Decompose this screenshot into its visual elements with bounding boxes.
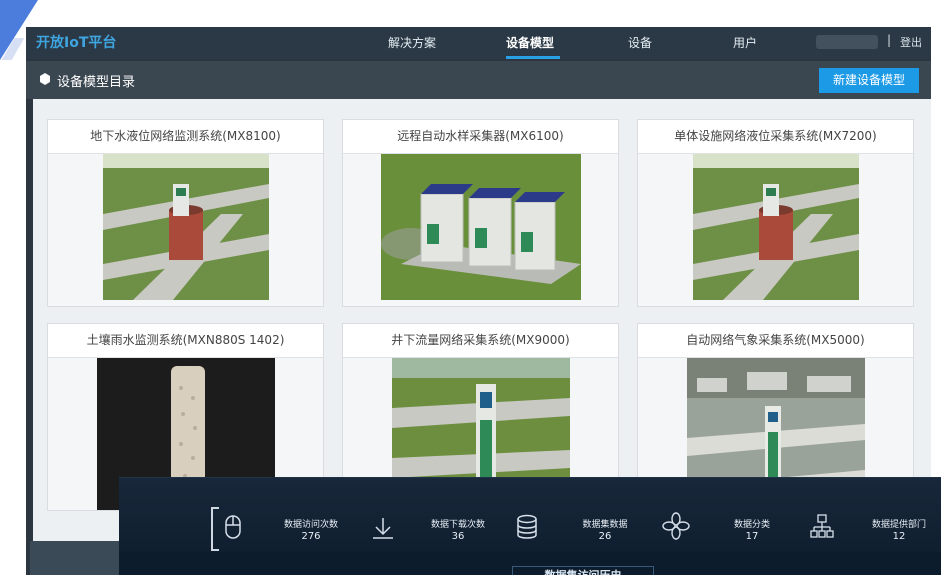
- stat-visits-label: 数据访问次数: [283, 520, 338, 530]
- nav-device-models[interactable]: 设备模型: [506, 34, 554, 51]
- model-card-title[interactable]: 单体设施网络液位采集系统(MX7200): [638, 120, 913, 154]
- model-thumbnail: [381, 154, 581, 300]
- model-thumbnail: [103, 154, 269, 300]
- new-device-model-button[interactable]: 新建设备模型: [819, 68, 919, 93]
- user-name-redacted: [816, 35, 878, 49]
- stat-categories-label: 数据分类: [733, 520, 770, 530]
- stat-downloads-label: 数据下载次数: [430, 520, 485, 530]
- top-nav: 开放IoT平台 解决方案 设备模型 设备 用户 | 登出: [26, 27, 931, 59]
- mouse-icon: [225, 515, 241, 539]
- brand-logo[interactable]: 开放IoT平台: [36, 32, 116, 52]
- model-card-title[interactable]: 远程自动水样采集器(MX6100): [343, 120, 618, 154]
- screenshot-stage: 开放IoT平台 解决方案 设备模型 设备 用户 | 登出 设备模型目录 新建设备…: [0, 0, 941, 575]
- model-card-title[interactable]: 自动网络气象采集系统(MX5000): [638, 324, 913, 358]
- stat-datasets-value: 26: [598, 531, 612, 542]
- nav-separator: |: [887, 33, 892, 47]
- model-card[interactable]: 单体设施网络液位采集系统(MX7200): [637, 119, 914, 307]
- stat-departments-value: 12: [892, 531, 906, 542]
- page-title: 设备模型目录: [57, 75, 136, 90]
- org-tree-icon: [810, 514, 834, 538]
- stat-categories-value: 17: [745, 531, 759, 542]
- nav-users[interactable]: 用户: [733, 34, 757, 51]
- logout-link[interactable]: 登出: [900, 34, 922, 50]
- access-history-title: 数据集访问历史: [512, 566, 654, 575]
- model-thumbnail: [693, 154, 859, 300]
- stat-departments-label: 数据提供部门: [871, 520, 926, 530]
- bracket-decoration: [211, 507, 219, 551]
- model-card[interactable]: 地下水液位网络监测系统(MX8100): [47, 119, 324, 307]
- stat-visits-value: 276: [301, 531, 321, 542]
- model-card[interactable]: 远程自动水样采集器(MX6100): [342, 119, 619, 307]
- database-icon: [517, 514, 537, 539]
- nav-devices[interactable]: 设备: [628, 34, 652, 51]
- active-tab-indicator: [506, 56, 560, 59]
- model-card-title[interactable]: 土壤雨水监测系统(MXN880S 1402): [48, 324, 323, 358]
- stat-downloads-value: 36: [451, 531, 465, 542]
- stat-datasets-label: 数据集数据: [582, 520, 628, 530]
- stats-panel: 数据访问次数 276 数据下载次数 36 数据集数据 26 数据分类 17 数据…: [119, 477, 941, 575]
- download-icon: [373, 518, 393, 539]
- model-card-title[interactable]: 井下流量网络采集系统(MX9000): [343, 324, 618, 358]
- model-card-title[interactable]: 地下水液位网络监测系统(MX8100): [48, 120, 323, 154]
- subheader-bar: [26, 61, 931, 99]
- category-icon: [662, 512, 690, 540]
- nav-solutions[interactable]: 解决方案: [388, 34, 436, 51]
